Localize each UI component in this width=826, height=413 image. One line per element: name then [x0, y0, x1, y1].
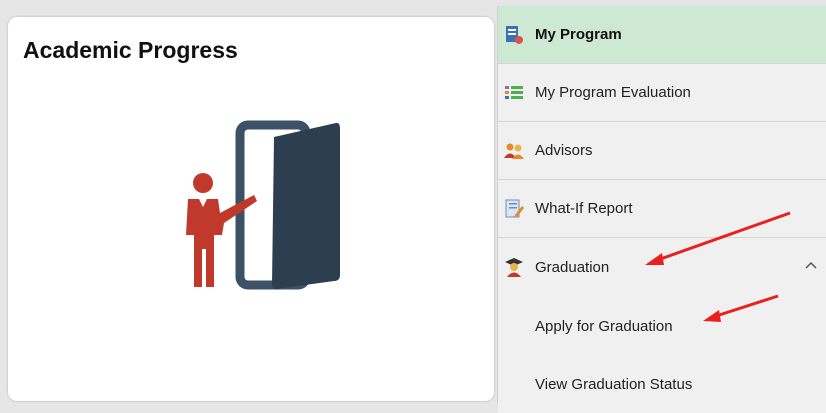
- chevron-up-icon[interactable]: [803, 258, 819, 274]
- submenu-item-label: Apply for Graduation: [535, 317, 673, 335]
- menu-item-advisors[interactable]: Advisors: [498, 122, 826, 180]
- list-icon: [505, 85, 523, 99]
- menu-item-my-program-evaluation[interactable]: My Program Evaluation: [498, 64, 826, 122]
- teacher-door-icon: [186, 120, 340, 290]
- graduate-icon: [505, 258, 523, 277]
- menu-item-label: What-If Report: [535, 200, 633, 217]
- menu-item-label: Graduation: [535, 258, 610, 276]
- submenu-item-label: View Graduation Status: [535, 375, 693, 393]
- menu-item-label: My Program: [535, 26, 622, 43]
- program-icon: [506, 25, 523, 44]
- menu-item-label: My Program Evaluation: [535, 84, 691, 101]
- submenu-item-apply-for-graduation[interactable]: Apply for Graduation: [498, 297, 826, 355]
- menu-item-what-if-report[interactable]: What-If Report: [498, 180, 826, 238]
- side-menu: My Program My Program Evaluation Advisor…: [497, 6, 826, 413]
- tile-title: Academic Progress: [23, 37, 238, 63]
- menu-item-my-program[interactable]: My Program: [498, 6, 826, 64]
- people-icon: [504, 143, 524, 159]
- academic-progress-tile[interactable]: Academic Progress: [8, 17, 494, 401]
- menu-item-label: Advisors: [535, 142, 593, 159]
- submenu-item-view-graduation-status[interactable]: View Graduation Status: [498, 355, 826, 413]
- report-edit-icon: [505, 199, 524, 218]
- menu-item-graduation[interactable]: Graduation: [498, 238, 826, 296]
